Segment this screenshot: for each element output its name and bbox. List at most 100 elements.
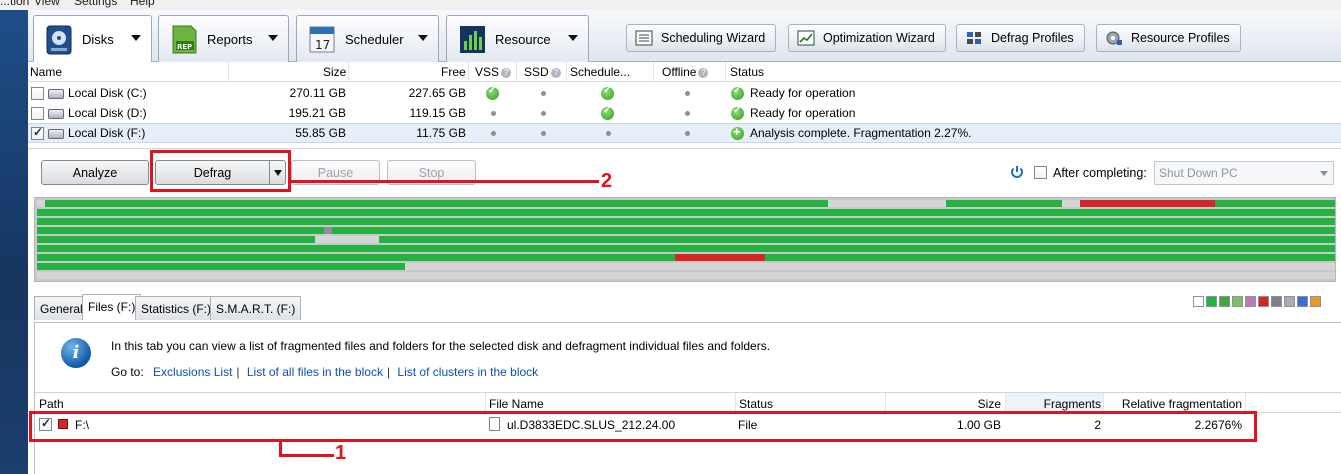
column-header-relative-fragmentation[interactable]: Relative fragmentation (1107, 397, 1242, 411)
after-completing-value: Shut Down PC (1159, 166, 1238, 180)
column-header-vss[interactable]: VSS? (475, 65, 512, 79)
chevron-down-icon[interactable] (418, 35, 428, 41)
column-header-path[interactable]: Path (39, 397, 64, 411)
ssd-none-dot (541, 91, 546, 96)
toolbar-tab-disks[interactable]: Disks (33, 15, 152, 63)
help-icon[interactable]: ? (550, 68, 561, 78)
cluster-block-used (45, 200, 828, 207)
legend-color-swatch[interactable] (1258, 296, 1269, 307)
all-files-link[interactable]: List of all files in the block (247, 365, 383, 379)
optimization-wizard-label: Optimization Wizard (823, 31, 935, 45)
cluster-block-empty (828, 200, 946, 207)
chevron-down-icon[interactable] (268, 35, 278, 41)
tab-files[interactable]: Files (F:) (82, 294, 142, 320)
cluster-block-used (37, 263, 405, 270)
exclusions-list-link[interactable]: Exclusions List (153, 365, 232, 379)
after-completing-checkbox[interactable] (1034, 166, 1047, 179)
help-icon[interactable]: ? (501, 68, 512, 78)
resource-chart-icon (457, 23, 487, 55)
cluster-block-empty (315, 236, 379, 243)
callout-number-1: 1 (335, 442, 347, 464)
cluster-block-used (765, 254, 1335, 261)
disk-checkbox[interactable] (31, 87, 44, 100)
toolbar-tab-scheduler[interactable]: 17 Scheduler (296, 15, 439, 62)
column-header-free[interactable]: Free (441, 65, 466, 79)
legend-color-swatch[interactable] (1271, 296, 1282, 307)
power-icon (1009, 164, 1025, 180)
report-icon: REP (169, 23, 199, 55)
menu-item-settings[interactable]: Settings (74, 0, 117, 8)
goto-label: Go to: (111, 365, 144, 379)
disk-row-c[interactable]: Local Disk (C:) 270.11 GB 227.65 GB Read… (28, 83, 1341, 103)
column-divider (348, 62, 349, 82)
help-icon[interactable]: ? (698, 68, 709, 78)
report-badge-text: REP (177, 43, 192, 51)
resource-profiles-button[interactable]: Resource Profiles (1096, 24, 1241, 52)
column-header-offline[interactable]: Offline? (662, 65, 709, 79)
menu-item-view[interactable]: View (34, 0, 60, 8)
ready-status-icon (731, 105, 744, 120)
column-header-size[interactable]: Size (885, 397, 1001, 411)
detail-tabs: General Files (F:) Statistics (F:) S.M.A… (28, 282, 1341, 322)
offline-label: Offline (662, 65, 697, 79)
column-divider (566, 62, 567, 82)
cluster-block-empty (1062, 200, 1080, 207)
column-divider (468, 62, 469, 82)
column-header-file-name[interactable]: File Name (489, 397, 544, 411)
toolbar-tab-reports[interactable]: REP Reports (158, 15, 289, 62)
callout-box-file-row (29, 411, 1257, 442)
tab-smart[interactable]: S.M.A.R.T. (F:) (210, 296, 302, 320)
legend-color-swatch[interactable] (1219, 296, 1230, 307)
menu-item-action[interactable]: ...tion (0, 0, 29, 8)
disk-checkbox[interactable] (31, 125, 44, 140)
chevron-down-icon[interactable] (131, 35, 141, 41)
legend-color-swatch[interactable] (1206, 296, 1217, 307)
legend-color-swatch[interactable] (1245, 296, 1256, 307)
legend-color-swatch[interactable] (1297, 296, 1308, 307)
ssd-none-dot (541, 131, 546, 136)
goto-links: Go to: Exclusions List | List of all file… (111, 365, 538, 379)
ssd-label: SSD (524, 65, 549, 79)
defrag-profiles-label: Defrag Profiles (991, 31, 1074, 45)
disk-row-d[interactable]: Local Disk (D:) 195.21 GB 119.15 GB Read… (28, 103, 1341, 123)
disk-name: Local Disk (D:) (68, 106, 147, 120)
vss-none-dot (491, 111, 496, 116)
cluster-block-empty (405, 263, 1335, 270)
disk-checkbox[interactable] (31, 107, 44, 120)
disk-row-f[interactable]: Local Disk (F:) 55.85 GB 11.75 GB Analys… (28, 123, 1341, 143)
cluster-block-fragmented (1080, 200, 1215, 207)
column-header-schedule[interactable]: Schedule... (570, 65, 630, 79)
toolbar-tab-label: Reports (207, 31, 253, 47)
column-header-fragments[interactable]: Fragments (1006, 397, 1101, 411)
column-header-ssd[interactable]: SSD? (524, 65, 561, 79)
defrag-profiles-button[interactable]: Defrag Profiles (956, 24, 1085, 52)
clusters-link[interactable]: List of clusters in the block (397, 365, 538, 379)
toolbar-tab-resource[interactable]: Resource (446, 15, 589, 62)
chevron-down-icon[interactable] (568, 35, 578, 41)
tab-general[interactable]: General (34, 296, 89, 320)
disk-list-header: Name Size Free VSS? SSD? Schedule... Off… (28, 62, 1341, 82)
column-header-name[interactable]: Name (30, 65, 62, 79)
callout-line (279, 454, 334, 457)
cluster-block-empty (37, 272, 1335, 279)
main-toolbar: Disks REP Reports 17 Scheduler Resource … (28, 10, 1341, 63)
column-header-status[interactable]: Status (730, 65, 764, 79)
optimization-wizard-button[interactable]: Optimization Wizard (788, 24, 946, 52)
column-header-status[interactable]: Status (739, 397, 773, 411)
chevron-down-icon (1320, 171, 1328, 176)
scheduling-wizard-button[interactable]: Scheduling Wizard (626, 24, 777, 52)
desktop-edge (0, 0, 28, 474)
legend-color-swatch[interactable] (1193, 296, 1204, 307)
legend-color-swatch[interactable] (1232, 296, 1243, 307)
menu-item-help[interactable]: Help (130, 0, 155, 8)
column-divider (725, 62, 726, 82)
after-completing-select[interactable]: Shut Down PC (1154, 161, 1334, 185)
analyze-button[interactable]: Analyze (41, 160, 149, 185)
legend-color-swatch[interactable] (1284, 296, 1295, 307)
cluster-block-used (946, 200, 1062, 207)
cluster-block-fragmented (675, 254, 765, 261)
column-header-size[interactable]: Size (323, 65, 346, 79)
cluster-block-used (37, 209, 1335, 216)
legend-color-swatch[interactable] (1310, 296, 1321, 307)
tab-statistics[interactable]: Statistics (F:) (135, 296, 218, 320)
